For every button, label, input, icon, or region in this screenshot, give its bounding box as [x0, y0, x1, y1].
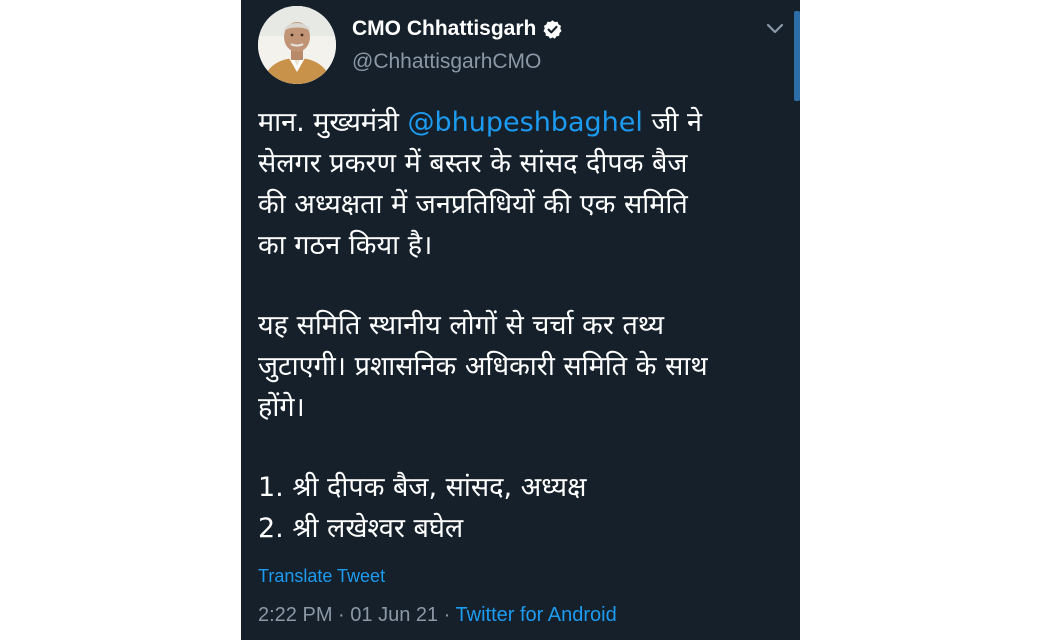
profile-photo: [258, 6, 336, 84]
tweet-text-line: यह समिति स्थानीय लोगों से चर्चा कर तथ्य: [258, 310, 664, 341]
tweet-text-line: सेलगर प्रकरण में बस्तर के सांसद दीपक बैज: [258, 148, 688, 179]
avatar[interactable]: [258, 6, 336, 84]
tweet-text: मान. मुख्यमंत्री @bhupeshbaghel जी ने से…: [258, 102, 788, 549]
author-handle[interactable]: @ChhattisgarhCMO: [352, 50, 541, 74]
tweet-text-line: जुटाएगी। प्रशासनिक अधिकारी समिति के साथ: [258, 351, 708, 382]
tweet-metadata: 2:22 PM · 01 Jun 21 · Twitter for Androi…: [258, 604, 617, 627]
meta-separator: ·: [438, 604, 456, 626]
tweet-paragraph-2: यह समिति स्थानीय लोगों से चर्चा कर तथ्य …: [258, 305, 788, 428]
scrollbar[interactable]: [794, 11, 800, 101]
tweet-text-line: का गठन किया है।: [258, 230, 433, 261]
tweet-text-line: होंगे।: [258, 392, 305, 423]
translate-tweet-link[interactable]: Translate Tweet: [258, 566, 385, 587]
tweet-source-link[interactable]: Twitter for Android: [456, 604, 617, 626]
tweet-text-line: जी ने: [642, 107, 703, 138]
author-name-row[interactable]: CMO Chhattisgarh: [352, 15, 563, 43]
tweet-card: CMO Chhattisgarh @ChhattisgarhCMO मान. म…: [241, 0, 800, 640]
tweet-time[interactable]: 2:22 PM: [258, 604, 332, 626]
verified-badge-icon: [542, 19, 563, 40]
list-item: 2. श्री लखेश्वर बघेल: [258, 513, 464, 544]
chevron-down-icon[interactable]: [763, 16, 787, 40]
tweet-text-line: मान. मुख्यमंत्री: [258, 107, 408, 138]
list-item: 1. श्री दीपक बैज, सांसद, अध्यक्ष: [258, 472, 587, 503]
mention-link[interactable]: @bhupeshbaghel: [408, 107, 643, 138]
tweet-paragraph-1: मान. मुख्यमंत्री @bhupeshbaghel जी ने से…: [258, 102, 788, 266]
tweet-date[interactable]: 01 Jun 21: [350, 604, 438, 626]
tweet-text-line: की अध्यक्षता में जनप्रतिधियों की एक समित…: [258, 189, 688, 220]
meta-separator: ·: [332, 604, 351, 626]
author-display-name[interactable]: CMO Chhattisgarh: [352, 17, 536, 41]
